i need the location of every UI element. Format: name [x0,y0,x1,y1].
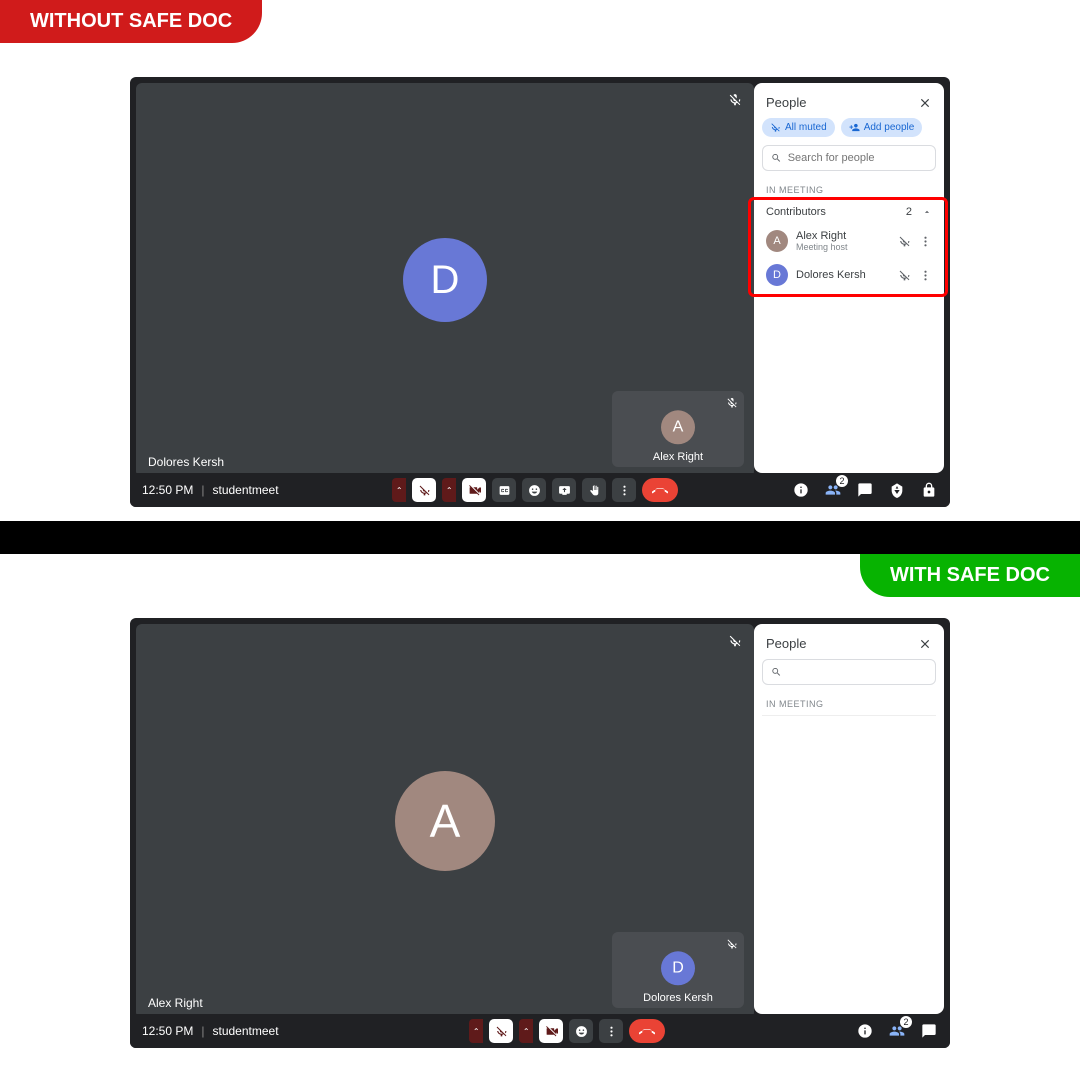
without-badge: WITHOUT SAFE DOC [0,0,262,43]
camera-button[interactable] [539,1019,563,1043]
main-avatar: A [395,771,495,871]
cam-options-chevron[interactable]: ⌃ [519,1019,533,1043]
clock-time: 12:50 PM [142,1024,193,1038]
mic-button[interactable] [489,1019,513,1043]
info-icon[interactable] [792,481,810,499]
captions-button[interactable] [492,478,516,502]
self-video-tile[interactable]: D Dolores Kersh [612,932,744,1008]
chip-label: Add people [864,122,915,133]
raise-hand-button[interactable] [582,478,606,502]
search-input[interactable] [788,152,927,164]
end-call-button[interactable] [642,478,678,502]
person-avatar: D [766,264,788,286]
cam-options-chevron[interactable]: ⌃ [442,478,456,502]
meeting-code: studentmeet [213,1024,279,1038]
camera-button[interactable] [462,478,486,502]
self-name-label: Dolores Kersh [612,992,744,1004]
reactions-button[interactable] [569,1019,593,1043]
mic-options-chevron[interactable]: ⌃ [392,478,406,502]
end-call-button[interactable] [629,1019,665,1043]
search-icon [771,152,782,164]
muted-icon [726,397,738,409]
meet-window-without: D Dolores Kersh A Alex Right People All … [130,77,950,507]
contributors-label: Contributors [766,206,826,218]
self-avatar: A [661,410,695,444]
muted-icon [728,93,742,107]
people-panel: People IN MEETING [754,624,944,1014]
person-row: D Dolores Kersh [762,258,936,292]
main-avatar: D [403,238,487,322]
chat-icon[interactable] [856,481,874,499]
close-icon[interactable] [918,96,932,110]
contributors-count: 2 [906,206,912,218]
self-avatar: D [661,951,695,985]
clock-time: 12:50 PM [142,483,193,497]
person-name: Alex Right [796,230,890,242]
more-button[interactable] [612,478,636,502]
chat-icon[interactable] [920,1022,938,1040]
activities-icon[interactable] [888,481,906,499]
add-people-chip[interactable]: Add people [841,118,923,137]
all-muted-chip[interactable]: All muted [762,118,835,137]
host-controls-icon[interactable] [920,481,938,499]
bottom-bar: 12:50 PM | studentmeet ⌃ ⌃ 2 [130,473,950,507]
panel-title: People [766,636,806,651]
more-icon[interactable] [919,269,932,282]
people-icon[interactable]: 2 [888,1022,906,1040]
close-icon[interactable] [918,637,932,651]
search-input[interactable] [788,666,927,678]
mic-options-chevron[interactable]: ⌃ [469,1019,483,1043]
person-sub: Meeting host [796,242,890,252]
main-video-tile[interactable]: A Alex Right D Dolores Kersh [136,624,754,1018]
reactions-button[interactable] [522,478,546,502]
divider-band [0,521,1080,554]
muted-icon [726,938,738,950]
search-box[interactable] [762,145,936,171]
info-icon[interactable] [856,1022,874,1040]
bottom-bar: 12:50 PM | studentmeet ⌃ ⌃ 2 [130,1014,950,1048]
chip-label: All muted [785,122,827,133]
muted-icon[interactable] [898,269,911,282]
search-icon [771,666,782,678]
panel-title: People [766,95,806,110]
person-avatar: A [766,230,788,252]
mic-button[interactable] [412,478,436,502]
people-panel: People All muted Add people IN MEETING C… [754,83,944,473]
muted-icon [728,634,742,648]
main-name-label: Dolores Kersh [148,455,224,469]
more-icon[interactable] [919,235,932,248]
muted-icon[interactable] [898,235,911,248]
main-video-tile[interactable]: D Dolores Kersh A Alex Right [136,83,754,477]
people-count-badge: 2 [900,1016,912,1028]
chevron-up-icon [922,207,932,217]
section-label: IN MEETING [762,695,936,716]
contributors-row[interactable]: Contributors 2 [762,199,936,224]
section-label: IN MEETING [762,181,936,199]
people-icon[interactable]: 2 [824,481,842,499]
people-count-badge: 2 [836,475,848,487]
person-row: A Alex Right Meeting host [762,224,936,258]
meeting-code: studentmeet [213,483,279,497]
person-name: Dolores Kersh [796,269,890,281]
present-button[interactable] [552,478,576,502]
self-video-tile[interactable]: A Alex Right [612,391,744,467]
meet-window-with: A Alex Right D Dolores Kersh People IN M… [130,618,950,1048]
more-button[interactable] [599,1019,623,1043]
separator: | [201,483,204,497]
separator: | [201,1024,204,1038]
with-badge: WITH SAFE DOC [860,554,1080,597]
search-box[interactable] [762,659,936,685]
main-name-label: Alex Right [148,996,203,1010]
self-name-label: Alex Right [612,451,744,463]
